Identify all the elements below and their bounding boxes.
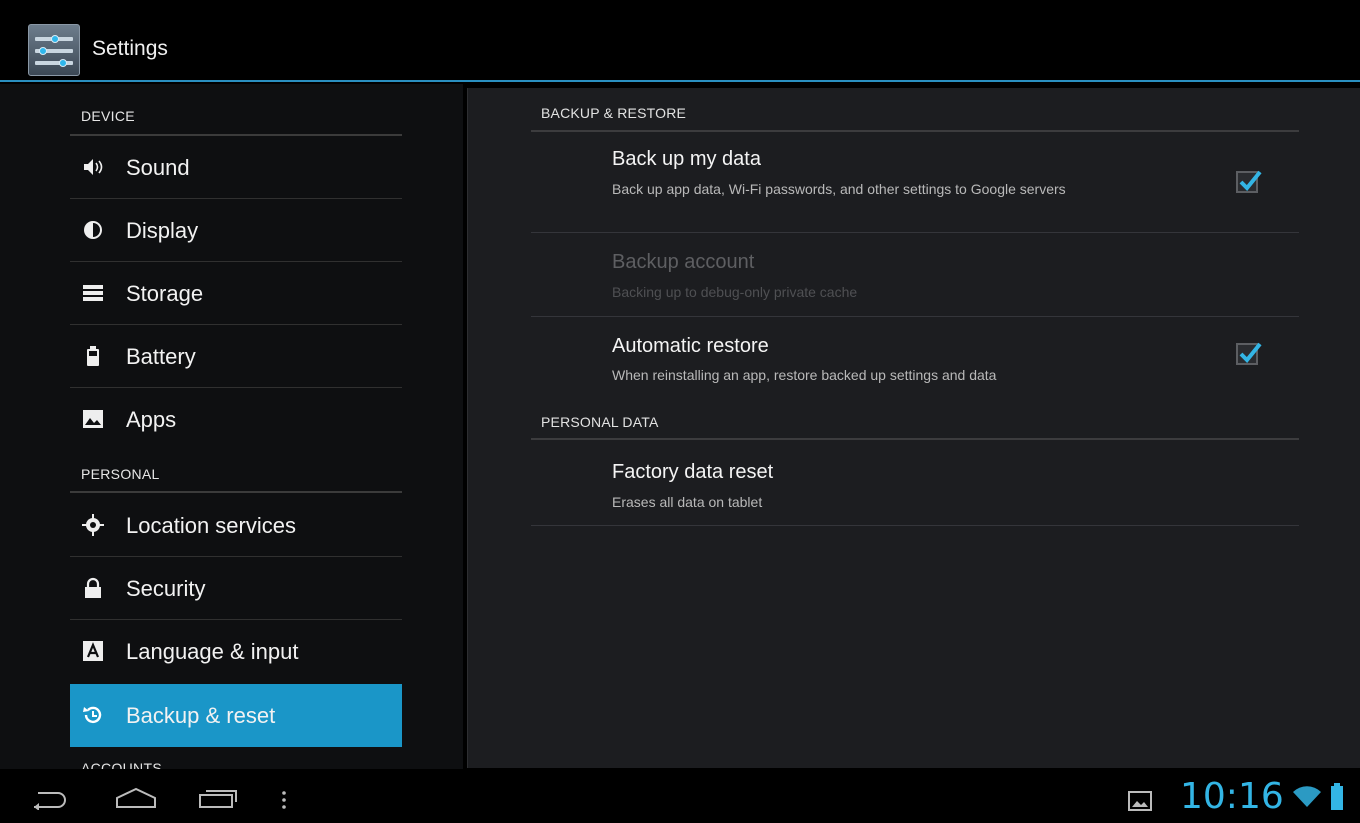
pref-summary: Erases all data on tablet [612,494,763,510]
backup-icon [82,704,104,726]
sidebar-item-security[interactable]: Security [70,557,402,620]
section-divider [531,438,1299,440]
home-icon[interactable] [115,787,157,814]
section-heading-personal: PERSONAL [81,466,160,482]
language-icon [82,640,104,662]
pref-summary: Backing up to debug-only private cache [612,284,858,300]
pref-title: Factory data reset [612,461,774,483]
section-heading-device: DEVICE [81,108,135,124]
gallery-notification-icon [1128,790,1152,817]
sidebar-item-backup-reset[interactable]: Backup & reset [70,684,402,747]
section-heading-personal-data: PERSONAL DATA [541,414,659,430]
sidebar-item-label: Apps [126,407,177,432]
action-bar-divider [0,80,1360,82]
menu-icon[interactable] [280,790,288,815]
apps-icon [82,408,104,430]
sidebar-item-label: Storage [126,281,204,306]
battery-status-icon [1330,783,1344,816]
wifi-icon [1293,786,1321,813]
pref-summary: Back up app data, Wi-Fi passwords, and o… [612,181,1066,197]
pref-divider [531,316,1299,317]
display-icon [82,219,104,241]
sidebar-item-label: Sound [126,155,190,180]
detail-pane: BACKUP & RESTORE Back up my data Back up… [467,88,1360,768]
automatic-restore-checkbox[interactable] [1236,342,1262,365]
sidebar-item-location-services[interactable]: Location services [70,494,402,557]
pref-divider [531,525,1299,526]
sidebar-item-label: Language & input [126,639,299,664]
pref-title: Automatic restore [612,335,769,357]
lock-icon [82,577,104,599]
sidebar-item-sound[interactable]: Sound [70,136,402,199]
pref-title: Backup account [612,251,755,273]
section-heading-accounts: ACCOUNTS [81,760,162,769]
app-title: Settings [92,37,168,60]
sidebar-item-storage[interactable]: Storage [70,262,402,325]
sidebar-item-apps[interactable]: Apps [70,388,402,451]
settings-app-icon[interactable] [28,24,80,76]
recent-apps-icon[interactable] [198,788,240,813]
sidebar-item-battery[interactable]: Battery [70,325,402,388]
sidebar-item-label: Backup & reset [126,703,276,728]
pref-divider [531,232,1299,233]
sidebar-item-language-input[interactable]: Language & input [70,620,402,683]
sidebar-item-label: Security [126,576,206,601]
system-bar: 10:16 [0,770,1360,823]
section-divider [531,130,1299,132]
back-icon[interactable] [30,790,70,815]
backup-data-checkbox[interactable] [1236,170,1262,193]
settings-sidebar: DEVICE Sound Display Storage Battery App [0,84,463,769]
action-bar: Settings [0,12,1360,82]
battery-icon [82,345,104,367]
sidebar-item-label: Battery [126,344,196,369]
storage-icon [82,282,104,304]
sound-icon [82,156,104,178]
location-icon [82,514,104,536]
pref-title: Back up my data [612,148,761,170]
sidebar-item-label: Display [126,218,199,243]
clock: 10:16 [1180,776,1284,817]
sidebar-item-display[interactable]: Display [70,199,402,262]
sidebar-item-label: Location services [126,513,296,538]
section-heading-backup-restore: BACKUP & RESTORE [541,105,687,121]
pref-summary: When reinstalling an app, restore backed… [612,367,997,383]
section-divider [70,491,402,493]
